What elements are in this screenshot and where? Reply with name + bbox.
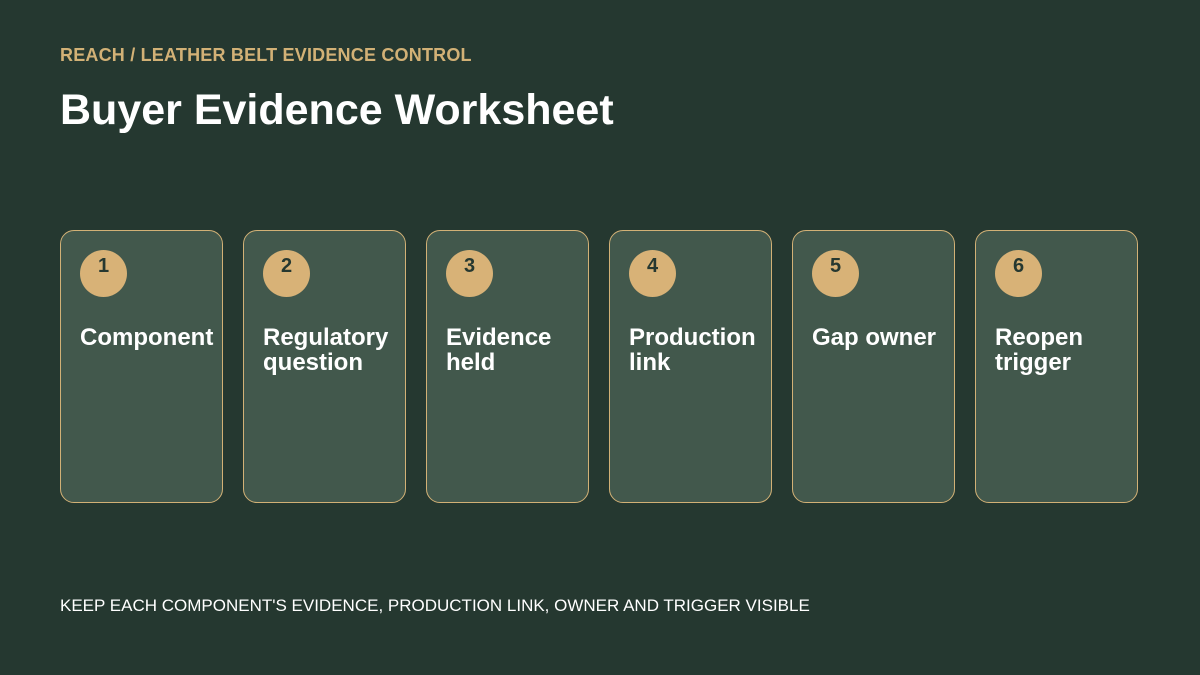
step-number-badge: 1	[80, 250, 127, 297]
step-number-badge: 3	[446, 250, 493, 297]
step-number: 2	[280, 255, 293, 277]
step-card-production-link: 4 Production link	[609, 230, 772, 503]
step-number-badge: 6	[995, 250, 1042, 297]
step-number: 6	[1012, 255, 1025, 277]
step-cards: 1 Component 2 Regulatory question 3 Evid…	[60, 230, 1141, 506]
footer-note: KEEP EACH COMPONENT'S EVIDENCE, PRODUCTI…	[60, 596, 810, 615]
step-label: Component	[80, 324, 214, 351]
step-card-component: 1 Component	[60, 230, 223, 503]
step-number-badge: 5	[812, 250, 859, 297]
step-label: Evidence held	[446, 324, 552, 376]
step-number-badge: 4	[629, 250, 676, 297]
step-number: 1	[97, 255, 110, 277]
step-card-regulatory-question: 2 Regulatory question	[243, 230, 406, 503]
step-number: 3	[463, 255, 476, 277]
step-number: 5	[829, 255, 842, 277]
page-title: Buyer Evidence Worksheet	[60, 86, 614, 134]
step-number-badge: 2	[263, 250, 310, 297]
eyebrow-label: REACH / LEATHER BELT EVIDENCE CONTROL	[60, 45, 472, 65]
step-label: Regulatory question	[263, 324, 389, 376]
step-card-reopen-trigger: 6 Reopen trigger	[975, 230, 1138, 503]
step-label: Reopen trigger	[995, 324, 1084, 376]
step-label: Gap owner	[812, 324, 937, 351]
step-number: 4	[646, 255, 659, 277]
step-card-gap-owner: 5 Gap owner	[792, 230, 955, 503]
step-label: Production link	[629, 324, 756, 376]
step-card-evidence-held: 3 Evidence held	[426, 230, 589, 503]
